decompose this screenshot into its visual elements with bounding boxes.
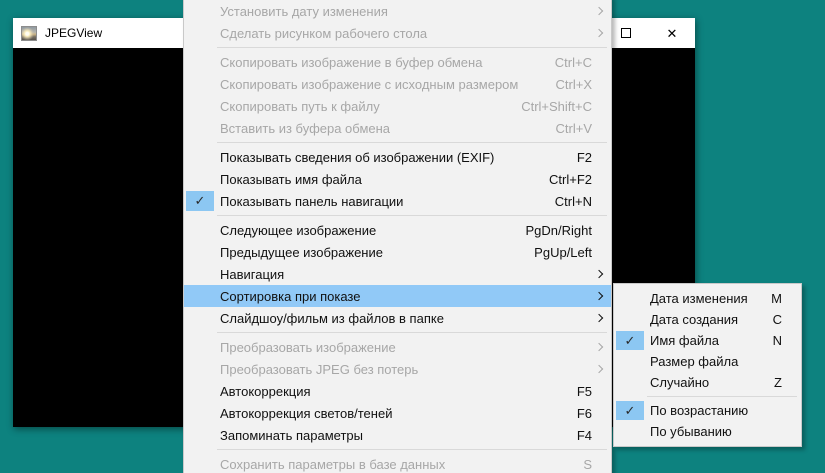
submenu-arrow-icon — [594, 342, 604, 352]
menu-item-copy-image-original-size[interactable]: ✓ Скопировать изображение с исходным раз… — [184, 73, 611, 95]
menu-item-sort-ascending[interactable]: ✓ По возрастанию — [614, 400, 801, 421]
menu-separator — [217, 215, 607, 216]
context-menu: ✓ Установить дату изменения ✓ Сделать ри… — [183, 0, 612, 473]
menu-item-navigation[interactable]: ✓ Навигация — [184, 263, 611, 285]
submenu-arrow-icon — [594, 313, 604, 323]
menu-item-label: Дата создания — [650, 312, 739, 327]
submenu-arrow-icon — [594, 364, 604, 374]
menu-item-shortcut: Ctrl+C — [554, 54, 592, 70]
menu-item-next-image[interactable]: ✓ Следующее изображение PgDn/Right — [184, 219, 611, 241]
menu-item-shortcut: Ctrl+N — [554, 193, 592, 209]
menu-item-shortcut: F4 — [576, 427, 592, 443]
menu-item-lossless-jpeg-transform[interactable]: ✓ Преобразовать JPEG без потерь — [184, 358, 611, 380]
menu-item-show-file-name[interactable]: ✓ Показывать имя файла Ctrl+F2 — [184, 168, 611, 190]
menu-item-label: Автокоррекция светов/теней — [220, 405, 393, 421]
menu-item-label: Слайдшоу/фильм из файлов в папке — [220, 310, 444, 326]
submenu-arrow-icon — [594, 269, 604, 279]
menu-item-shortcut: N — [772, 333, 782, 348]
menu-item-save-parameters-to-database[interactable]: ✓ Сохранить параметры в базе данных S — [184, 453, 611, 473]
menu-item-copy-file-path[interactable]: ✓ Скопировать путь к файлу Ctrl+Shift+C — [184, 95, 611, 117]
menu-item-sort-random[interactable]: ✓ Случайно Z — [614, 372, 801, 393]
menu-item-label: Дата изменения — [650, 291, 748, 306]
menu-item-process-image[interactable]: ✓ Преобразовать изображение — [184, 336, 611, 358]
menu-item-copy-image-to-clipboard[interactable]: ✓ Скопировать изображение в буфер обмена… — [184, 51, 611, 73]
menu-item-label: Вставить из буфера обмена — [220, 120, 391, 136]
menu-item-label: Случайно — [650, 375, 710, 390]
menu-separator — [647, 396, 797, 397]
menu-item-label: Скопировать путь к файлу — [220, 98, 380, 114]
menu-item-label: Преобразовать изображение — [220, 339, 396, 355]
menu-item-label: Запоминать параметры — [220, 427, 364, 443]
menu-item-label: Сохранить параметры в базе данных — [220, 456, 446, 472]
menu-item-label: Показывать панель навигации — [220, 193, 404, 209]
menu-item-set-as-desktop-wallpaper[interactable]: ✓ Сделать рисунком рабочего стола — [184, 22, 611, 44]
menu-item-label: Скопировать изображение в буфер обмена — [220, 54, 483, 70]
menu-item-paste-from-clipboard[interactable]: ✓ Вставить из буфера обмена Ctrl+V — [184, 117, 611, 139]
close-button[interactable]: ✕ — [649, 18, 695, 48]
menu-item-label: По возрастанию — [650, 403, 749, 418]
menu-item-sort-by-creation-date[interactable]: ✓ Дата создания C — [614, 309, 801, 330]
menu-item-label: Размер файла — [650, 354, 739, 369]
menu-item-label: Скопировать изображение с исходным разме… — [220, 76, 519, 92]
menu-item-label: Показывать сведения об изображении (EXIF… — [220, 149, 495, 165]
menu-item-shortcut: Ctrl+X — [555, 76, 592, 92]
menu-item-previous-image[interactable]: ✓ Предыдущее изображение PgUp/Left — [184, 241, 611, 263]
menu-separator — [217, 142, 607, 143]
menu-item-sort-by-file-name[interactable]: ✓ Имя файла N — [614, 330, 801, 351]
menu-item-shortcut: M — [771, 291, 782, 306]
menu-item-slideshow-movie-from-folder[interactable]: ✓ Слайдшоу/фильм из файлов в папке — [184, 307, 611, 329]
menu-item-shortcut: S — [583, 456, 592, 472]
menu-item-label: Преобразовать JPEG без потерь — [220, 361, 419, 377]
menu-item-shortcut: F5 — [576, 383, 592, 399]
maximize-icon — [621, 28, 631, 38]
menu-item-label: Сделать рисунком рабочего стола — [220, 25, 428, 41]
menu-separator — [217, 449, 607, 450]
menu-separator — [217, 332, 607, 333]
menu-item-label: Сортировка при показе — [220, 288, 361, 304]
menu-item-sort-descending[interactable]: ✓ По убыванию — [614, 421, 801, 442]
submenu-arrow-icon — [594, 28, 604, 38]
menu-item-label: Навигация — [220, 266, 285, 282]
checkmark-icon: ✓ — [616, 331, 644, 350]
menu-item-shortcut: Ctrl+F2 — [549, 171, 592, 187]
menu-item-label: Показывать имя файла — [220, 171, 362, 187]
menu-item-sort-by-file-size[interactable]: ✓ Размер файла — [614, 351, 801, 372]
menu-item-show-navigation-panel[interactable]: ✓ Показывать панель навигации Ctrl+N — [184, 190, 611, 212]
menu-item-label: Следующее изображение — [220, 222, 377, 238]
submenu-arrow-icon — [594, 291, 604, 301]
menu-item-label: Автокоррекция — [220, 383, 311, 399]
checkmark-icon: ✓ — [616, 401, 644, 420]
menu-item-sort-by-modification-date[interactable]: ✓ Дата изменения M — [614, 288, 801, 309]
menu-item-label: По убыванию — [650, 424, 732, 439]
window-title: JPEGView — [45, 26, 103, 40]
submenu-arrow-icon — [594, 6, 604, 16]
menu-item-shortcut: C — [772, 312, 782, 327]
close-icon: ✕ — [666, 25, 678, 41]
checkmark-icon: ✓ — [186, 191, 214, 211]
menu-item-shortcut: Ctrl+Shift+C — [521, 98, 592, 114]
menu-item-set-modification-date[interactable]: ✓ Установить дату изменения — [184, 0, 611, 22]
menu-separator — [217, 47, 607, 48]
menu-item-shortcut: PgDn/Right — [525, 222, 592, 238]
desktop: JPEGView ✕ ✓ Установить дату изменения ✓… — [0, 0, 825, 473]
titlebar-buttons: ✕ — [603, 18, 695, 48]
app-icon — [21, 25, 37, 41]
menu-item-label: Предыдущее изображение — [220, 244, 383, 260]
menu-item-remember-parameters[interactable]: ✓ Запоминать параметры F4 — [184, 424, 611, 446]
menu-item-auto-correction[interactable]: ✓ Автокоррекция F5 — [184, 380, 611, 402]
menu-item-shortcut: PgUp/Left — [534, 244, 592, 260]
menu-item-auto-correction-highlights-shadows[interactable]: ✓ Автокоррекция светов/теней F6 — [184, 402, 611, 424]
menu-item-label: Имя файла — [650, 333, 719, 348]
menu-item-show-image-info-exif[interactable]: ✓ Показывать сведения об изображении (EX… — [184, 146, 611, 168]
menu-item-sort-order[interactable]: ✓ Сортировка при показе — [184, 285, 611, 307]
menu-item-shortcut: F6 — [576, 405, 592, 421]
menu-item-shortcut: Z — [774, 375, 782, 390]
menu-item-shortcut: Ctrl+V — [555, 120, 592, 136]
menu-item-label: Установить дату изменения — [220, 3, 388, 19]
sort-submenu: ✓ Дата изменения M ✓ Дата создания C ✓ И… — [613, 283, 802, 447]
menu-item-shortcut: F2 — [576, 149, 592, 165]
